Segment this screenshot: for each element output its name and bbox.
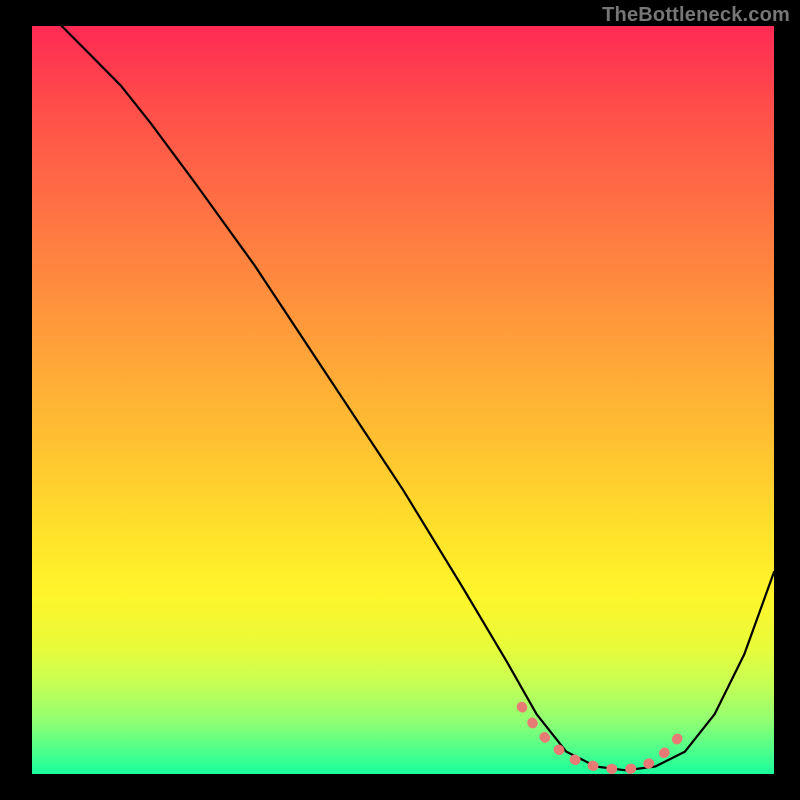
- curve-layer: [32, 26, 774, 774]
- bottleneck-curve: [62, 26, 774, 770]
- chart-frame: TheBottleneck.com: [0, 0, 800, 800]
- watermark-text: TheBottleneck.com: [602, 4, 790, 27]
- optimal-range-markers: [522, 707, 685, 770]
- plot-area: [32, 26, 774, 774]
